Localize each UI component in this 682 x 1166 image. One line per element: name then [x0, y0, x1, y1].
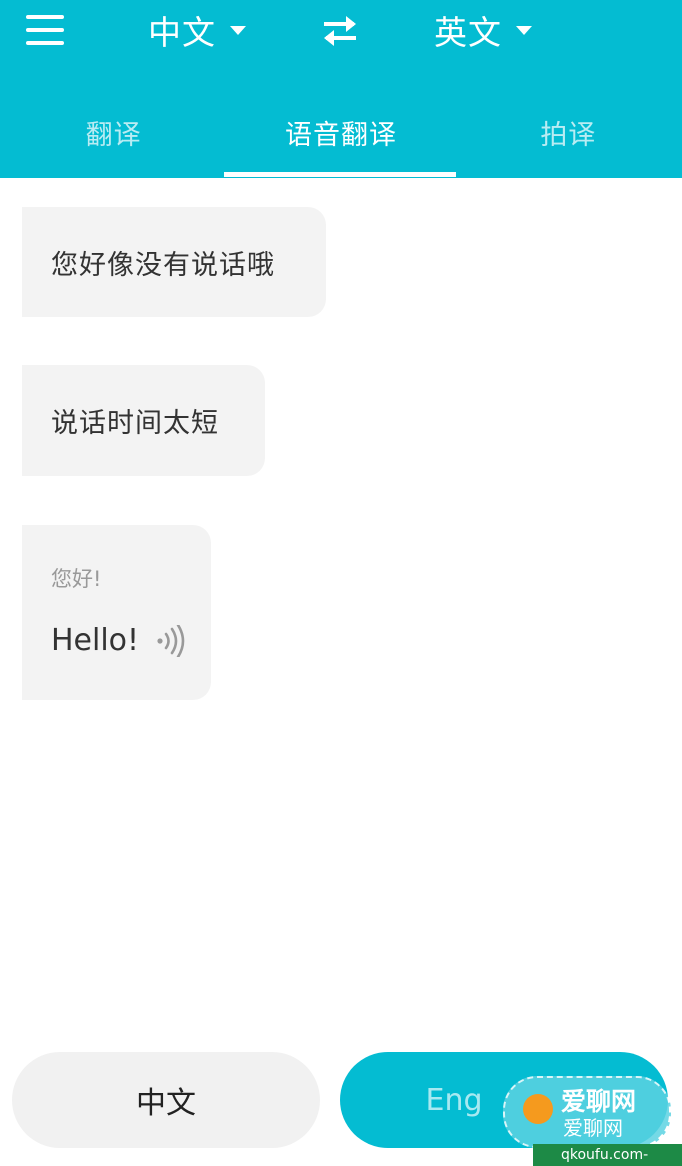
translation-bubble[interactable]: 您好! Hello! — [22, 525, 211, 700]
source-language-label: 中文 — [148, 13, 216, 52]
active-tab-indicator — [224, 172, 456, 177]
source-text: 您好! — [51, 567, 102, 591]
app: 中文 英文 翻译 语音翻译 拍译 您好像没有说话哦 说话时间太短 您好! Hel… — [0, 0, 682, 1166]
speak-chinese-label: 中文 — [136, 1086, 196, 1121]
menu-icon[interactable] — [26, 12, 68, 48]
site-watermark: 爱聊网 爱聊网 qkoufu.com- — [503, 1068, 682, 1166]
watermark-url: qkoufu.com- — [533, 1144, 682, 1166]
tab-photo-translate[interactable]: 拍译 — [455, 100, 682, 178]
target-language-selector[interactable]: 英文 — [434, 6, 532, 54]
app-header: 中文 英文 翻译 语音翻译 拍译 — [0, 0, 682, 178]
tab-text-translate[interactable]: 翻译 — [0, 100, 227, 178]
source-language-selector[interactable]: 中文 — [148, 6, 246, 54]
message-bubble[interactable]: 说话时间太短 — [22, 365, 265, 476]
translated-text: Hello! — [51, 623, 140, 658]
caret-down-icon — [516, 25, 532, 35]
message-bubble[interactable]: 您好像没有说话哦 — [22, 207, 326, 317]
message-text: 说话时间太短 — [51, 408, 219, 439]
speak-chinese-button[interactable]: 中文 — [12, 1052, 320, 1148]
caret-down-icon — [230, 25, 246, 35]
watermark-logo-icon — [523, 1094, 553, 1124]
watermark-text: 爱聊网 — [563, 1116, 623, 1140]
swap-icon — [324, 16, 356, 46]
tab-voice-translate[interactable]: 语音翻译 — [227, 100, 454, 178]
speaker-icon[interactable] — [156, 625, 186, 657]
swap-languages-button[interactable] — [320, 14, 360, 48]
message-text: 您好像没有说话哦 — [51, 249, 275, 281]
mode-tabs: 翻译 语音翻译 拍译 — [0, 100, 682, 178]
speak-english-label: Eng — [425, 1082, 483, 1118]
target-language-label: 英文 — [434, 13, 502, 52]
